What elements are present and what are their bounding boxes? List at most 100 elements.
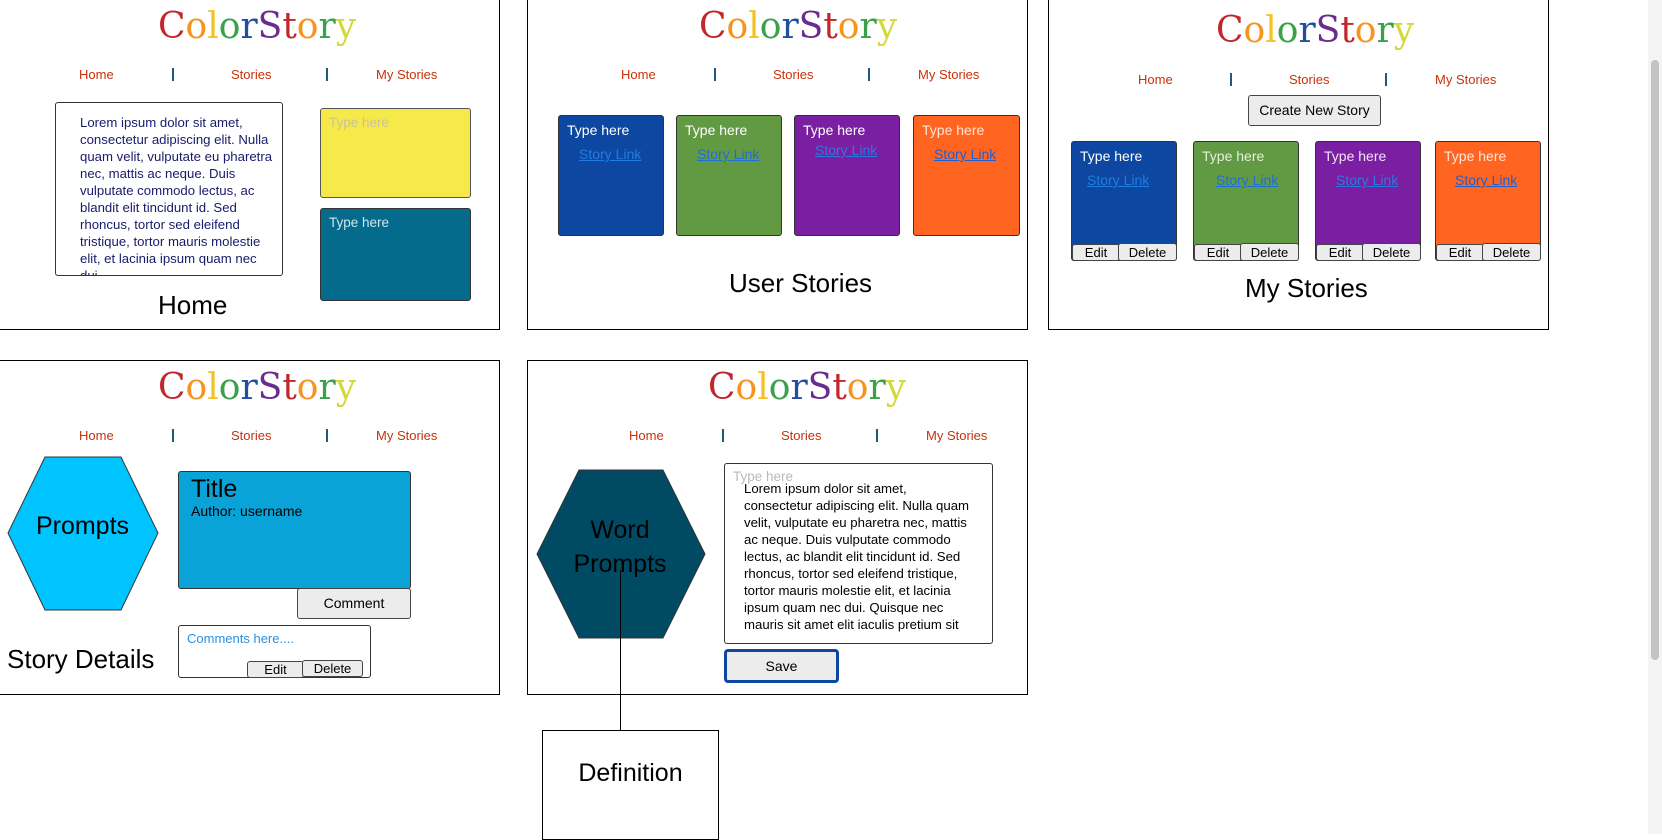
prompts-label: Prompts [35,512,130,540]
my-story-card[interactable]: Type here Story Link Edit Delete [1071,141,1177,261]
edit-button[interactable]: Edit [1072,244,1120,261]
nav-my-stories[interactable]: My Stories [918,67,979,82]
nav-stories[interactable]: Stories [781,428,821,443]
delete-button[interactable]: Delete [1482,243,1541,261]
story-editor[interactable]: Type here Lorem ipsum dolor sit amet, co… [724,463,993,644]
logo-letter: l [207,6,219,47]
edit-comment-button[interactable]: Edit [247,661,304,678]
logo-letter: y [1393,10,1415,51]
logo-letter: o [1354,10,1377,51]
logo-letter: S [1315,10,1341,51]
nav-separator [172,429,174,442]
logo-letter: r [781,6,799,47]
nav-my-stories[interactable]: My Stories [926,428,987,443]
logo-letter: t [1340,10,1355,51]
logo-letter: r [790,367,808,408]
logo-letter: C [1216,10,1244,51]
story-text-box[interactable]: Lorem ipsum dolor sit amet, consectetur … [55,102,283,276]
story-card-title: Type here [567,122,630,138]
nav-stories[interactable]: Stories [231,67,271,82]
nav-stories[interactable]: Stories [1289,72,1329,87]
story-link[interactable]: Story Link [934,146,996,162]
delete-button[interactable]: Delete [1362,243,1421,261]
teal-text-box[interactable]: Type here [320,208,471,301]
logo-letter: o [846,367,869,408]
nav-separator [714,68,716,81]
nav-home[interactable]: Home [1138,72,1173,87]
logo-letter: l [207,367,219,408]
story-link[interactable]: Story Link [579,146,641,162]
nav-my-stories[interactable]: My Stories [1435,72,1496,87]
panel-caption-user-stories: User Stories [729,268,873,298]
definition-label: Definition [578,759,683,787]
nav-home[interactable]: Home [629,428,664,443]
logo-letter: r [859,6,877,47]
story-card-title: Type here [803,122,866,138]
logo-letter: o [218,6,241,47]
my-story-card[interactable]: Type here Story Link Edit Delete [1193,141,1299,261]
story-link[interactable]: Story Link [1216,172,1278,188]
logo-letter: o [185,367,208,408]
story-link[interactable]: Story Link [1336,172,1398,188]
logo-letter: o [296,367,319,408]
story-card-title: Type here [1202,148,1265,164]
logo-letter: o [1276,10,1299,51]
logo-letter: o [735,367,758,408]
logo-letter: r [318,6,336,47]
yellow-box-placeholder: Type here [329,115,390,130]
story-card[interactable]: Type here Story Link [558,115,664,236]
nav-home[interactable]: Home [621,67,656,82]
logo-letter: t [282,6,297,47]
logo-letter: S [257,367,283,408]
nav-separator [1385,73,1387,86]
definition-box[interactable]: Definition [542,730,719,840]
story-card[interactable]: Type here Story Link [913,115,1020,236]
edit-button[interactable]: Edit [1436,244,1484,261]
save-button[interactable]: Save [724,649,839,683]
logo-letter: S [798,6,824,47]
logo-letter: t [823,6,838,47]
nav-stories[interactable]: Stories [773,67,813,82]
comment-button[interactable]: Comment [297,588,411,619]
delete-comment-button[interactable]: Delete [302,660,363,677]
logo: ColorStory [158,6,356,47]
logo: ColorStory [708,367,906,408]
panel-caption-my-stories: My Stories [1245,273,1368,303]
logo-letter: C [699,6,727,47]
nav-my-stories[interactable]: My Stories [376,428,437,443]
my-story-card[interactable]: Type here Story Link Edit Delete [1435,141,1541,261]
logo-letter: t [832,367,847,408]
nav-stories[interactable]: Stories [231,428,271,443]
logo-letter: o [185,6,208,47]
scrollbar-thumb[interactable] [1651,60,1659,660]
delete-button[interactable]: Delete [1240,243,1299,261]
logo: ColorStory [699,6,897,47]
edit-button[interactable]: Edit [1194,244,1242,261]
delete-button[interactable]: Delete [1118,243,1177,261]
nav-separator [172,68,174,81]
story-card-title: Type here [1444,148,1507,164]
story-card[interactable]: Type here Story Link [794,115,900,236]
nav-my-stories[interactable]: My Stories [376,67,437,82]
yellow-text-box[interactable]: Type here [320,108,471,198]
logo-letter: y [335,367,357,408]
logo: ColorStory [1216,10,1414,51]
vertical-scrollbar[interactable] [1648,0,1662,834]
create-new-story-button[interactable]: Create New Story [1248,95,1381,126]
story-link[interactable]: Story Link [815,142,877,158]
my-story-card[interactable]: Type here Story Link Edit Delete [1315,141,1421,261]
story-link[interactable]: Story Link [1455,172,1517,188]
nav-home[interactable]: Home [79,428,114,443]
story-title: Title [191,475,238,503]
comments-placeholder: Comments here.... [187,631,294,646]
logo-letter: t [282,367,297,408]
logo-letter: S [807,367,833,408]
story-card[interactable]: Type here Story Link [676,115,782,236]
story-title-card[interactable]: Title Author: username [178,471,411,589]
comments-box[interactable]: Comments here.... Edit Delete [178,625,371,678]
nav-home[interactable]: Home [79,67,114,82]
story-link[interactable]: Story Link [1087,172,1149,188]
logo-letter: o [768,367,791,408]
edit-button[interactable]: Edit [1316,244,1364,261]
story-link[interactable]: Story Link [697,146,759,162]
